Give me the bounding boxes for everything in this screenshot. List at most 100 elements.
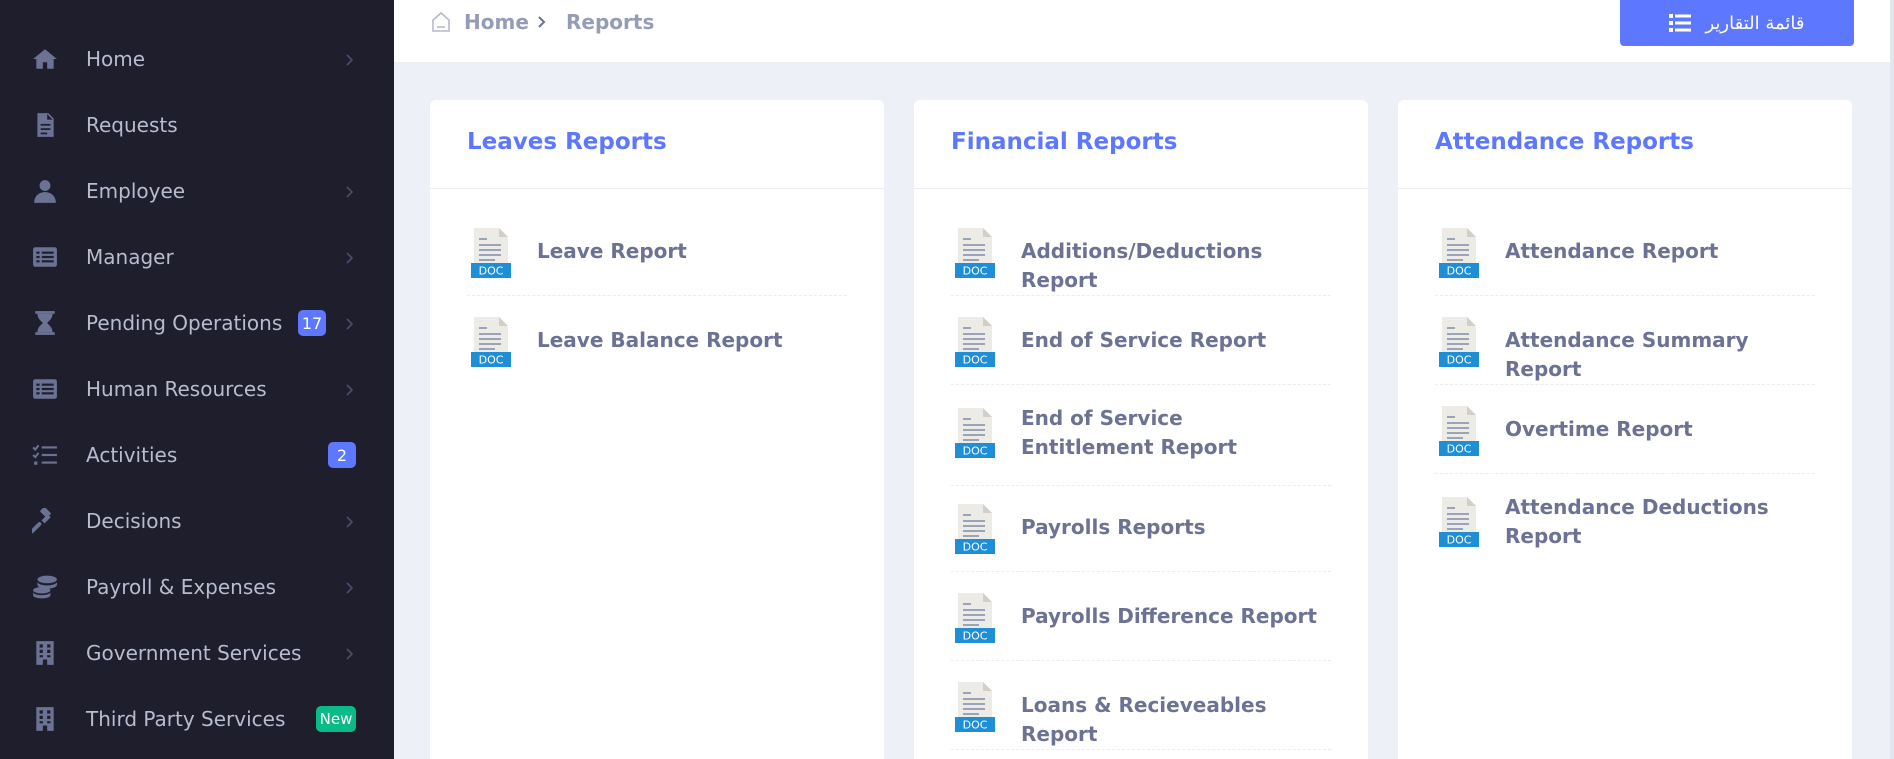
card-header: Leaves Reports (430, 100, 884, 189)
list-icon (1669, 13, 1692, 33)
breadcrumb-home-link[interactable]: Home (464, 10, 529, 34)
report-label: End of Service Entitlement Report (1021, 406, 1237, 459)
sidebar-item-employee[interactable]: Employee (0, 158, 394, 224)
activities-count-badge: 2 (328, 442, 356, 468)
leaves-reports-card: Leaves Reports DOC Leave Report DOC Leav… (430, 100, 884, 759)
sidebar-item-label: Activities (86, 443, 178, 467)
top-header: Home Reports قائمة التقارير (394, 0, 1890, 62)
report-label: Leave Report (537, 239, 687, 263)
svg-text:DOC: DOC (963, 354, 988, 367)
reports-list-button[interactable]: قائمة التقارير (1620, 0, 1854, 46)
doc-file-icon: DOC (1439, 406, 1479, 456)
sidebar-item-human-resources[interactable]: Human Resources (0, 356, 394, 422)
sidebar: Home Requests Employee Manager Pending O… (0, 0, 394, 759)
svg-text:DOC: DOC (963, 541, 988, 554)
doc-file-icon: DOC (1439, 497, 1479, 547)
report-link-payrolls[interactable]: DOC Payrolls Reports (951, 502, 1331, 572)
sidebar-item-label: Third Party Services (86, 707, 286, 731)
file-icon (32, 112, 58, 138)
chevron-right-icon (344, 646, 356, 660)
sidebar-item-requests[interactable]: Requests (0, 92, 394, 158)
sidebar-item-decisions[interactable]: Decisions (0, 488, 394, 554)
tasks-icon (32, 442, 58, 468)
page-scrollbar[interactable] (1890, 0, 1894, 759)
svg-text:DOC: DOC (1447, 265, 1472, 278)
chevron-right-icon (344, 580, 356, 594)
home-icon (32, 46, 58, 72)
chevron-right-icon (344, 316, 356, 330)
report-link-leave-balance-report[interactable]: DOC Leave Balance Report (467, 315, 847, 385)
report-link-payrolls-difference[interactable]: DOC Payrolls Difference Report (951, 591, 1331, 661)
report-link-loans-recieveables[interactable]: DOC Loans & Recieveables Report (951, 680, 1331, 750)
report-label: Overtime Report (1505, 417, 1693, 441)
doc-file-icon: DOC (955, 682, 995, 732)
chevron-right-icon (536, 14, 548, 28)
report-link-end-of-service-entitlement[interactable]: DOC End of Service Entitlement Report (951, 404, 1331, 486)
reports-list-button-label: قائمة التقارير (1705, 12, 1805, 34)
report-label: Additions/Deductions Report (1021, 239, 1263, 292)
report-link-leave-report[interactable]: DOC Leave Report (467, 226, 847, 296)
attendance-reports-card: Attendance Reports DOC Attendance Report… (1398, 100, 1852, 759)
card-title: Financial Reports (951, 129, 1178, 155)
svg-text:DOC: DOC (963, 630, 988, 643)
doc-file-icon: DOC (955, 593, 995, 643)
sidebar-item-home[interactable]: Home (0, 26, 394, 92)
report-link-attendance-summary[interactable]: DOC Attendance Summary Report (1435, 315, 1815, 385)
report-label: Payrolls Reports (1021, 515, 1206, 539)
report-link-attendance[interactable]: DOC Attendance Report (1435, 226, 1815, 296)
sidebar-item-government-services[interactable]: Government Services (0, 620, 394, 686)
report-link-additions-deductions[interactable]: DOC Additions/Deductions Report (951, 226, 1331, 296)
sidebar-item-manager[interactable]: Manager (0, 224, 394, 290)
report-label: Payrolls Difference Report (1021, 604, 1317, 628)
doc-file-icon: DOC (471, 317, 511, 367)
list-icon (32, 376, 58, 402)
svg-text:DOC: DOC (1447, 443, 1472, 456)
report-link-overtime[interactable]: DOC Overtime Report (1435, 404, 1815, 474)
sidebar-item-pending-operations[interactable]: Pending Operations 17 (0, 290, 394, 356)
sidebar-item-label: Government Services (86, 641, 302, 665)
report-link-attendance-deductions[interactable]: DOC Attendance Deductions Report (1435, 493, 1815, 575)
sidebar-item-label: Decisions (86, 509, 182, 533)
sidebar-item-label: Manager (86, 245, 174, 269)
sidebar-item-label: Employee (86, 179, 186, 203)
coins-icon (32, 574, 58, 600)
svg-text:DOC: DOC (963, 445, 988, 458)
new-badge: New (316, 706, 356, 732)
sidebar-item-label: Pending Operations (86, 311, 283, 335)
svg-text:DOC: DOC (479, 265, 504, 278)
chevron-right-icon (344, 514, 356, 528)
card-title: Leaves Reports (467, 129, 667, 155)
report-label: Loans & Recieveables Report (1021, 693, 1267, 746)
doc-file-icon: DOC (955, 228, 995, 278)
breadcrumb-current: Reports (566, 10, 655, 34)
building-icon (32, 706, 58, 732)
sidebar-item-third-party-services[interactable]: Third Party Services New (0, 686, 394, 752)
doc-file-icon: DOC (955, 317, 995, 367)
report-link-end-of-service[interactable]: DOC End of Service Report (951, 315, 1331, 385)
chevron-right-icon (344, 250, 356, 264)
report-label: Leave Balance Report (537, 328, 783, 352)
hourglass-icon (32, 310, 58, 336)
chevron-right-icon (344, 184, 356, 198)
home-outline-icon[interactable] (430, 11, 452, 33)
doc-file-icon: DOC (955, 408, 995, 458)
report-label: Attendance Deductions Report (1505, 495, 1769, 548)
sidebar-item-label: Requests (86, 113, 178, 137)
building-icon (32, 640, 58, 666)
svg-text:DOC: DOC (1447, 534, 1472, 547)
report-label: Attendance Report (1505, 239, 1719, 263)
report-label: Attendance Summary Report (1505, 328, 1749, 381)
sidebar-item-label: Human Resources (86, 377, 267, 401)
chevron-right-icon (344, 52, 356, 66)
sidebar-item-payroll-expenses[interactable]: Payroll & Expenses (0, 554, 394, 620)
doc-file-icon: DOC (1439, 317, 1479, 367)
doc-file-icon: DOC (955, 504, 995, 554)
chevron-right-icon (344, 382, 356, 396)
card-title: Attendance Reports (1435, 129, 1694, 155)
gavel-icon (32, 508, 58, 534)
card-header: Financial Reports (914, 100, 1368, 189)
sidebar-item-label: Home (86, 47, 146, 71)
sidebar-item-activities[interactable]: Activities 2 (0, 422, 394, 488)
user-icon (32, 178, 58, 204)
sidebar-item-label: Payroll & Expenses (86, 575, 276, 599)
